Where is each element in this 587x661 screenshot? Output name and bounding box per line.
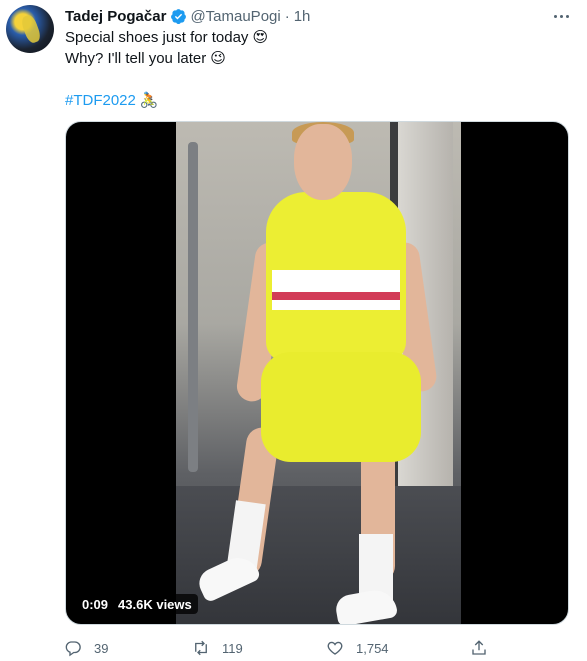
retweet-button[interactable]: 119: [192, 636, 243, 660]
tweet-line-1-text: Special shoes just for today: [65, 29, 249, 46]
tweet-line-2-text: Why? I'll tell you later: [65, 50, 207, 67]
video-player[interactable]: 0:09 43.6K views: [65, 121, 569, 625]
video-views: 43.6K views: [118, 596, 192, 612]
like-count: 1,754: [356, 640, 389, 656]
author-handle[interactable]: @TamauPogi: [190, 8, 280, 25]
tweet-header: Tadej Pogačar @TamauPogi · 1h: [65, 6, 310, 26]
share-button[interactable]: [470, 636, 488, 660]
reply-button[interactable]: 39: [64, 636, 108, 660]
heart-eyes-emoji: 😍: [252, 29, 269, 46]
retweet-count: 119: [222, 640, 243, 656]
like-button[interactable]: 1,754: [326, 636, 389, 660]
author-name[interactable]: Tadej Pogačar: [65, 8, 166, 25]
tweet-line-1: Special shoes just for today 😍: [65, 27, 268, 48]
tweet-hashtag-line: #TDF2022 🚴: [65, 90, 268, 111]
retweet-icon: [195, 640, 207, 656]
tweet-text: Special shoes just for today 😍 Why? I'll …: [65, 27, 268, 111]
handrail: [188, 142, 198, 472]
wink-emoji: 😉: [210, 50, 226, 67]
author-avatar[interactable]: [6, 5, 54, 53]
rider-head: [294, 124, 352, 200]
tweet-line-2: Why? I'll tell you later 😉: [65, 48, 268, 69]
verified-badge-icon: [171, 8, 187, 24]
cyclist-emoji: 🚴: [139, 92, 159, 109]
video-frame[interactable]: [176, 122, 461, 624]
video-duration: 0:09: [82, 596, 109, 612]
ground: [176, 486, 461, 624]
share-icon: [472, 640, 486, 655]
tweet-timestamp[interactable]: 1h: [294, 8, 311, 25]
hashtag-link[interactable]: #TDF2022: [65, 92, 136, 109]
yellow-shorts: [261, 352, 421, 462]
tweet-actions: 39 119 1,754: [56, 636, 496, 660]
separator-dot: ·: [284, 7, 290, 25]
video-info-overlay: 0:09 43.6K views: [76, 594, 198, 614]
heart-icon: [327, 641, 343, 655]
reply-icon: [65, 641, 81, 657]
reply-count: 39: [94, 640, 109, 656]
more-options-icon[interactable]: [549, 5, 573, 27]
